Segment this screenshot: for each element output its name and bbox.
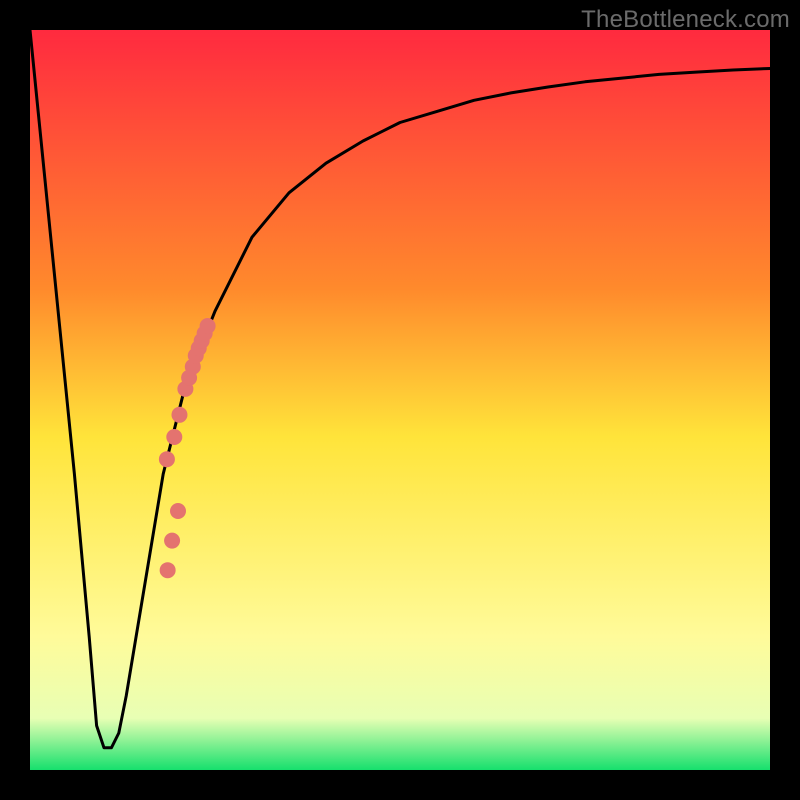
watermark-text: TheBottleneck.com [581, 6, 790, 34]
data-point [164, 533, 180, 549]
data-point [159, 451, 175, 467]
data-point [200, 318, 216, 334]
chart-svg [30, 30, 770, 770]
gradient-background [30, 30, 770, 770]
data-point [166, 429, 182, 445]
data-point [171, 407, 187, 423]
plot-area [30, 30, 770, 770]
data-point [160, 562, 176, 578]
chart-frame: TheBottleneck.com [0, 0, 800, 800]
data-point [170, 503, 186, 519]
